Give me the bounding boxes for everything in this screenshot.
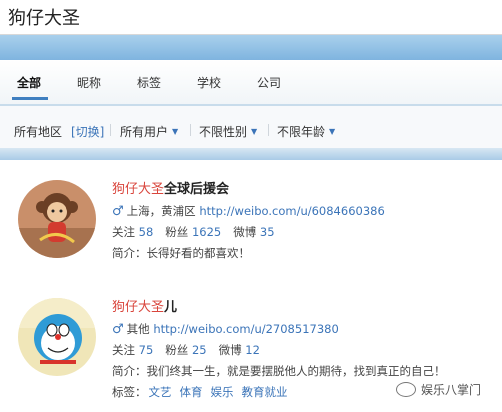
tag-link[interactable]: 教育就业 [242,385,288,399]
user-name-link[interactable]: 狗仔大圣儿 [112,296,177,315]
caret-down-icon: ▼ [172,127,179,136]
male-gender-icon: ♂ [112,322,124,337]
bio-label: 简介： [112,246,147,260]
header-band [0,35,502,60]
bio-line: 简介：长得好看的都喜欢！ [112,245,250,261]
tab-company[interactable]: 公司 [257,74,281,91]
wechat-icon [396,382,416,397]
age-filter-label: 不限年龄 [277,125,326,139]
location-line: ♂ 其他 http://weibo.com/u/2708517380 [112,321,339,337]
stats-line: 关注 58 粉丝 1625 微博 35 [112,224,275,240]
bio-text: 长得好看的都喜欢！ [146,246,251,260]
watermark-text: 娱乐八掌门 [421,383,482,397]
region-switch-link[interactable]: [切换] [71,123,104,140]
filter-band [0,148,502,160]
fans-label: 粉丝 [165,343,189,357]
tags-label: 标签： [112,385,147,399]
bio-line: 简介：我们终其一生，就是要摆脱他人的期待，找到真正的自己！ [112,363,446,379]
name-rest: 儿 [164,300,178,315]
posts-label: 微博 [218,343,242,357]
watermark: 娱乐八掌门 [396,381,481,398]
tab-all[interactable]: 全部 [17,74,41,91]
location-text: 上海，黄浦区 [126,204,196,218]
caret-down-icon: ▼ [329,127,336,136]
following-label: 关注 [112,225,135,239]
gender-filter-dropdown[interactable]: 不限性别 ▼ [199,123,257,140]
profile-url-link[interactable]: http://weibo.com/u/2708517380 [153,322,338,336]
following-count-link[interactable]: 75 [139,343,154,357]
search-tabs: 全部 昵称 标签 学校 公司 [0,60,502,106]
location-text: 其他 [126,322,150,336]
user-result: 狗仔大圣全球后援会 ♂ 上海，黄浦区 http://weibo.com/u/608… [0,170,502,290]
location-line: ♂ 上海，黄浦区 http://weibo.com/u/6084660386 [112,203,385,219]
fans-count-link[interactable]: 1625 [192,225,221,239]
following-label: 关注 [112,343,135,357]
users-filter-label: 所有用户 [120,125,169,139]
tags-line: 标签： 文艺 体育 娱乐 教育就业 [112,384,288,400]
tag-link[interactable]: 体育 [180,385,203,399]
caret-down-icon: ▼ [251,127,258,136]
name-rest: 全球后援会 [164,182,230,197]
male-gender-icon: ♂ [112,204,124,219]
profile-url-link[interactable]: http://weibo.com/u/6084660386 [199,204,384,218]
filter-bar: 所有地区 [切换] 所有用户 ▼ 不限性别 ▼ 不限年龄 ▼ [0,106,502,148]
tab-tags[interactable]: 标签 [137,74,161,91]
divider [190,124,191,136]
region-label: 所有地区 [14,125,63,139]
user-name-link[interactable]: 狗仔大圣全球后援会 [112,178,229,197]
tag-link[interactable]: 文艺 [149,385,172,399]
following-count-link[interactable]: 58 [139,225,154,239]
tab-school[interactable]: 学校 [197,74,221,91]
tag-link[interactable]: 娱乐 [211,385,234,399]
fans-label: 粉丝 [165,225,189,239]
stats-line: 关注 75 粉丝 25 微博 12 [112,342,260,358]
name-highlight: 狗仔大圣 [112,300,165,315]
bio-label: 简介： [112,364,147,378]
avatar-doraemon-image[interactable] [18,298,96,376]
posts-label: 微博 [233,225,257,239]
active-tab-indicator [12,97,48,100]
users-filter-dropdown[interactable]: 所有用户 ▼ [120,123,178,140]
tab-nickname[interactable]: 昵称 [77,74,101,91]
posts-count-link[interactable]: 35 [260,225,275,239]
name-highlight: 狗仔大圣 [112,182,165,197]
fans-count-link[interactable]: 25 [192,343,207,357]
posts-count-link[interactable]: 12 [245,343,260,357]
search-input[interactable] [8,5,488,29]
age-filter-dropdown[interactable]: 不限年龄 ▼ [277,123,335,140]
bio-text: 我们终其一生，就是要摆脱他人的期待，找到真正的自己！ [146,364,446,378]
gender-filter-label: 不限性别 [199,125,248,139]
divider [110,124,111,136]
divider [268,124,269,136]
search-bar [0,0,502,35]
avatar-monkey-image[interactable] [18,180,96,258]
